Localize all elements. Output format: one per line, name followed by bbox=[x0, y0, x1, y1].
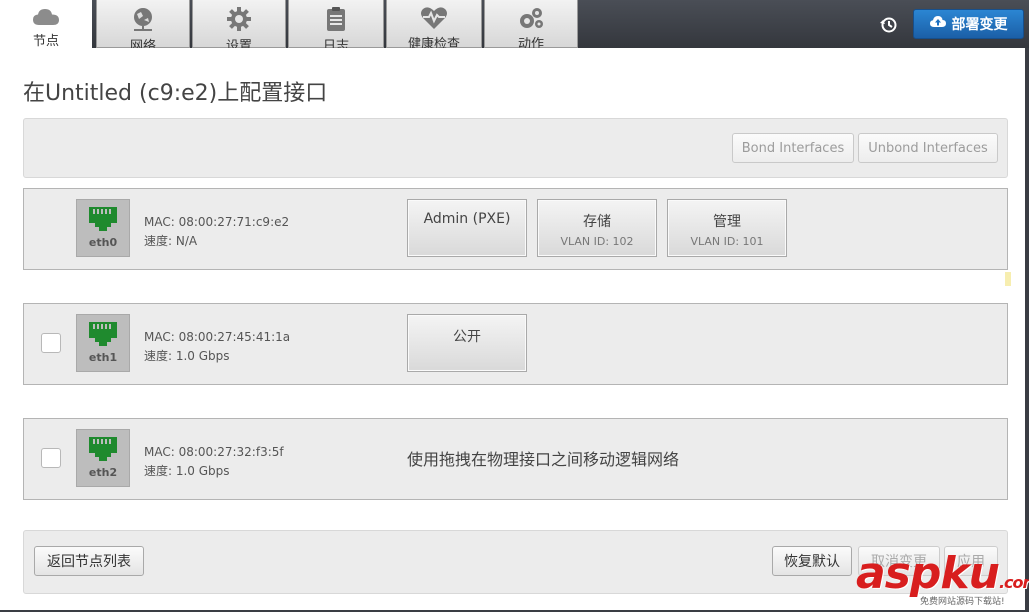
port-name: eth2 bbox=[88, 466, 118, 479]
mac-address: MAC: 08:00:27:71:c9:e2 bbox=[144, 215, 290, 229]
ethernet-port-icon bbox=[89, 437, 117, 461]
network-admin-pxe[interactable]: Admin (PXE) bbox=[407, 199, 527, 257]
vlan-id: VLAN ID: 102 bbox=[560, 235, 634, 248]
network-name: 公开 bbox=[453, 329, 481, 345]
interface-checkbox[interactable] bbox=[41, 448, 61, 468]
interface-row-eth0: eth0 MAC: 08:00:27:71:c9:e2 速度: N/A Admi… bbox=[23, 188, 1008, 270]
ethernet-port-icon bbox=[89, 322, 117, 346]
watermark-brand: aspku bbox=[856, 548, 1000, 599]
deploy-label: 部署变更 bbox=[951, 17, 1008, 33]
bond-toolbar: Bond Interfaces Unbond Interfaces bbox=[23, 118, 1008, 178]
vlan-id: VLAN ID: 101 bbox=[690, 235, 764, 248]
watermark-suffix: .com bbox=[998, 573, 1029, 592]
tab-nodes[interactable]: 节点 bbox=[0, 0, 92, 50]
history-icon[interactable] bbox=[876, 12, 902, 38]
port-name: eth0 bbox=[88, 236, 118, 249]
tab-health-check[interactable]: 健康检查 bbox=[386, 0, 482, 52]
deploy-changes-button[interactable]: 部署变更 bbox=[913, 9, 1024, 39]
network-name: 存储 bbox=[583, 214, 611, 230]
link-speed: 速度: 1.0 Gbps bbox=[144, 464, 230, 478]
clipboard-icon bbox=[325, 6, 347, 32]
interface-info: MAC: 08:00:27:32:f3:5f 速度: 1.0 Gbps bbox=[144, 443, 284, 481]
highlight-marker bbox=[1005, 272, 1011, 286]
unbond-interfaces-button[interactable]: Unbond Interfaces bbox=[858, 133, 998, 163]
watermark-subtitle: 免费网站源码下载站! bbox=[918, 594, 1007, 607]
interface-row-eth2: eth2 MAC: 08:00:27:32:f3:5f 速度: 1.0 Gbps… bbox=[23, 418, 1008, 500]
port-name: eth1 bbox=[88, 351, 118, 364]
link-speed: 速度: 1.0 Gbps bbox=[144, 349, 230, 363]
port-eth1[interactable]: eth1 bbox=[76, 314, 130, 372]
page-title: 在Untitled (c9:e2)上配置接口 bbox=[23, 81, 328, 106]
tab-settings[interactable]: 设置 bbox=[192, 0, 286, 54]
main-panel: 在Untitled (c9:e2)上配置接口 Bond Interfaces U… bbox=[0, 48, 1025, 610]
drag-hint-text: 使用拖拽在物理接口之间移动逻辑网络 bbox=[407, 450, 680, 469]
interface-info: MAC: 08:00:27:71:c9:e2 速度: N/A bbox=[144, 213, 289, 251]
tab-label: 节点 bbox=[32, 34, 59, 49]
interface-row-eth1: eth1 MAC: 08:00:27:45:41:1a 速度: 1.0 Gbps… bbox=[23, 303, 1008, 385]
top-nav-bar: 节点 网络 设置 日志 健康检查 动作 部署变更 bbox=[0, 0, 1029, 54]
reset-defaults-button[interactable]: 恢复默认 bbox=[772, 546, 852, 576]
ethernet-port-icon bbox=[89, 207, 117, 231]
tab-network[interactable]: 网络 bbox=[96, 0, 190, 54]
mac-address: MAC: 08:00:27:45:41:1a bbox=[144, 330, 291, 344]
heart-pulse-icon bbox=[420, 6, 448, 30]
network-name: Admin (PXE) bbox=[423, 211, 511, 227]
cloud-upload-icon bbox=[929, 16, 946, 32]
network-name: 管理 bbox=[713, 214, 741, 230]
link-speed: 速度: N/A bbox=[144, 234, 198, 248]
gear-icon bbox=[226, 6, 252, 32]
bond-interfaces-button[interactable]: Bond Interfaces bbox=[732, 133, 854, 163]
tab-logs[interactable]: 日志 bbox=[288, 0, 384, 54]
cloud-icon bbox=[33, 6, 59, 27]
interface-info: MAC: 08:00:27:45:41:1a 速度: 1.0 Gbps bbox=[144, 328, 290, 366]
tab-actions[interactable]: 动作 bbox=[484, 0, 578, 52]
network-management[interactable]: 管理 VLAN ID: 101 bbox=[667, 199, 787, 257]
port-eth0[interactable]: eth0 bbox=[76, 199, 130, 257]
mac-address: MAC: 08:00:27:32:f3:5f bbox=[144, 445, 284, 459]
cogs-icon bbox=[517, 6, 545, 30]
port-eth2[interactable]: eth2 bbox=[76, 429, 130, 487]
globe-network-icon bbox=[130, 6, 156, 32]
network-public[interactable]: 公开 bbox=[407, 314, 527, 372]
interface-checkbox[interactable] bbox=[41, 333, 61, 353]
network-storage[interactable]: 存储 VLAN ID: 102 bbox=[537, 199, 657, 257]
back-to-node-list-button[interactable]: 返回节点列表 bbox=[34, 546, 144, 576]
